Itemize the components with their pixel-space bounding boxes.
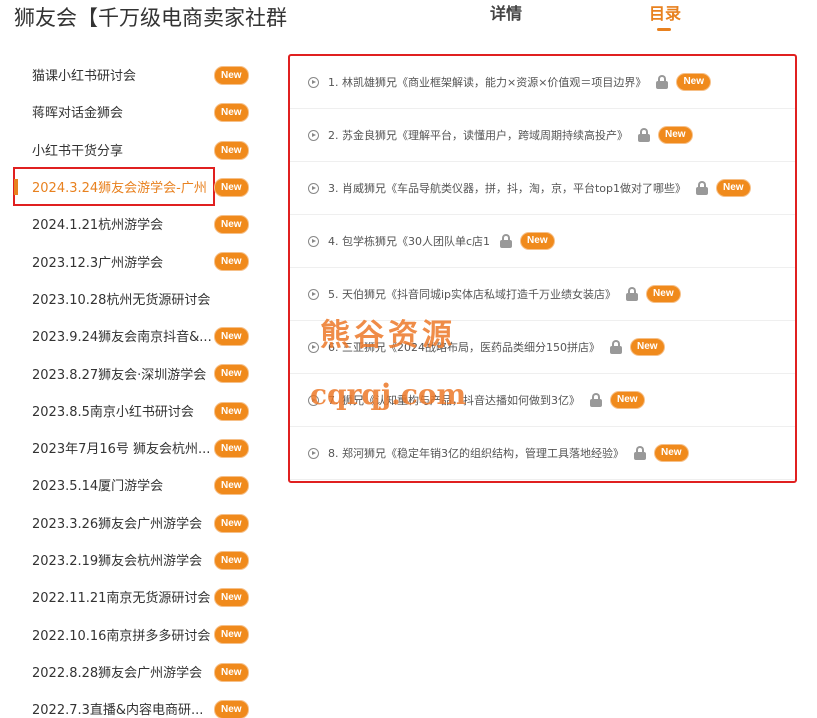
tab-catalog[interactable]: 目录 [649,0,681,24]
lock-icon [500,234,513,248]
new-badge: New [214,513,249,533]
catalog-item[interactable]: 4. 包学栋狮兄《30人团队单c店1 New [290,215,795,268]
sidebar-item[interactable]: 2023.12.3广州游学会 New [14,242,264,279]
new-badge: New [214,401,249,421]
sidebar-item[interactable]: 2023.9.24狮友会南京抖音&... New [14,317,264,354]
sidebar-item[interactable]: 2022.10.16南京拼多多研讨会 New [14,615,264,652]
new-badge: New [214,140,249,160]
lock-icon [696,181,709,195]
play-icon [308,447,319,459]
play-icon [308,76,319,88]
sidebar-item-label: 小红书干货分享 [32,143,124,159]
new-badge: New [214,588,249,608]
new-badge: New [214,625,249,645]
lock-icon [638,128,650,142]
play-icon [308,288,319,300]
play-icon [308,129,319,141]
catalog-item[interactable]: 3. 肖威狮兄《车品导航类仪器，拼，抖，淘，京，平台top1做对了哪些》 New [290,162,795,215]
sidebar-item-label: 2023.10.28杭州无货源研讨会 [32,292,211,308]
sidebar-item[interactable]: 猫课小红书研讨会 New [14,56,264,93]
new-badge: New [214,252,249,272]
lock-icon [634,446,646,460]
play-icon [308,235,319,247]
sidebar-item[interactable]: 蒋晖对话金狮会 New [14,93,264,130]
new-badge: New [214,550,249,570]
sidebar-item[interactable]: 2023.10.28杭州无货源研讨会 [14,280,264,317]
new-badge: New [214,327,249,347]
sidebar-item[interactable]: 2023.5.14厦门游学会 New [14,466,264,503]
new-badge: New [654,444,689,462]
catalog-item[interactable]: 8. 郑河狮兄《稳定年销3亿的组织结构，管理工具落地经验》 New [290,427,795,480]
catalog-item-label: 3. 肖威狮兄《车品导航类仪器，拼，抖，淘，京，平台top1做对了哪些》 [328,182,687,195]
lock-icon [609,340,622,354]
tab-detail[interactable]: 详情 [490,0,522,24]
sidebar-item-label: 2023年7月16号 狮友会杭州... [32,442,211,458]
sidebar-item-label: 2023.3.26狮友会广州游学会 [32,516,203,532]
new-badge: New [716,179,751,197]
lock-icon [590,393,602,407]
new-badge: New [214,438,249,458]
active-tab-indicator [657,28,671,31]
lock-icon [626,287,639,301]
sidebar-item[interactable]: 2022.7.3直播&内容电商研... New [14,690,264,718]
catalog-item-label: 1. 林凯雄狮兄《商业框架解读，能力×资源×价值观＝项目边界》 [328,76,647,89]
new-badge: New [214,662,249,682]
catalog-item-label: 8. 郑河狮兄《稳定年销3亿的组织结构，管理工具落地经验》 [328,447,624,460]
new-badge: New [610,391,645,409]
new-badge: New [214,476,249,496]
new-badge: New [214,700,249,718]
sidebar-item-label: 2023.8.5南京小红书研讨会 [32,404,194,420]
catalog-list: 1. 林凯雄狮兄《商业框架解读，能力×资源×价值观＝项目边界》 New 2. 苏金良… [288,54,797,483]
sidebar-item[interactable]: 2024.1.21杭州游学会 New [14,205,264,242]
sidebar-item-label: 2022.11.21南京无货源研讨会 [32,591,211,607]
top-bar: 狮友会【千万级电商卖家社群 详情 目录 [0,0,817,42]
catalog-item-label: 5. 天伯狮兄《抖音同城ip实体店私域打造千万业绩女装店》 [328,288,617,301]
sidebar-item-label: 2022.8.28狮友会广州游学会 [32,665,203,681]
play-icon [308,182,319,194]
catalog-item-label: 2. 苏金良狮兄《理解平台，读懂用户，跨域周期持续高投产》 [328,129,628,142]
new-badge: New [214,103,249,123]
sidebar-item-label: 2022.7.3直播&内容电商研... [32,703,204,718]
sidebar-item-label: 2024.1.21杭州游学会 [32,218,164,234]
sidebar-item-label: 2023.5.14厦门游学会 [32,479,164,495]
watermark-text: 熊谷资源 [320,318,456,353]
sidebar-item[interactable]: 小红书干货分享 New [14,131,264,168]
sidebar-item[interactable]: 2022.8.28狮友会广州游学会 New [14,653,264,690]
new-badge: New [214,364,249,384]
catalog-item[interactable]: 2. 苏金良狮兄《理解平台，读懂用户，跨域周期持续高投产》 New [290,109,795,162]
new-badge: New [214,177,249,197]
watermark-url: cqrqj.com [310,378,467,411]
new-badge: New [214,215,249,235]
sidebar-item-label: 2022.10.16南京拼多多研讨会 [32,628,211,644]
sidebar-item-label: 蒋晖对话金狮会 [32,106,124,122]
sidebar-item-label: 2023.2.19狮友会杭州游学会 [32,554,203,569]
play-icon [308,341,319,353]
sidebar-item-label: 2024.3.24狮友会游学会-广州 [32,181,207,197]
sidebar-item[interactable]: 2023.2.19狮友会杭州游学会 New [14,541,264,578]
sidebar-item[interactable]: 2023.8.5南京小红书研讨会 New [14,392,264,429]
sidebar-item[interactable]: 2023年7月16号 狮友会杭州... New [14,429,264,466]
active-indicator [14,178,18,195]
sidebar-item-label: 2023.8.27狮友会·深圳游学会 [32,367,207,383]
sidebar-item[interactable]: 2022.11.21南京无货源研讨会 New [14,578,264,615]
sidebar-item[interactable]: 2024.3.24狮友会游学会-广州 New [13,166,249,207]
lock-icon [656,75,669,89]
sidebar-item-label: 2023.12.3广州游学会 [32,255,164,271]
new-badge: New [658,126,693,144]
page-title: 狮友会【千万级电商卖家社群 [14,6,287,30]
catalog-item-label: 4. 包学栋狮兄《30人团队单c店1 [328,235,491,248]
new-badge: New [629,338,665,356]
new-badge: New [520,232,555,250]
sidebar-item[interactable]: 2023.8.27狮友会·深圳游学会 New [14,354,264,391]
sidebar-item-label: 猫课小红书研讨会 [32,69,137,85]
sidebar-session-list: 猫课小红书研讨会 New 蒋晖对话金狮会 New 小红书干货分享 New 2024.3.24… [13,56,264,718]
catalog-item[interactable]: 1. 林凯雄狮兄《商业框架解读，能力×资源×价值观＝项目边界》 New [290,56,795,109]
new-badge: New [646,285,681,303]
sidebar-item-label: 2023.9.24狮友会南京抖音&... [32,330,212,346]
new-badge: New [676,73,711,91]
new-badge: New [214,66,249,85]
sidebar-item[interactable]: 2023.3.26狮友会广州游学会 New [14,504,264,541]
